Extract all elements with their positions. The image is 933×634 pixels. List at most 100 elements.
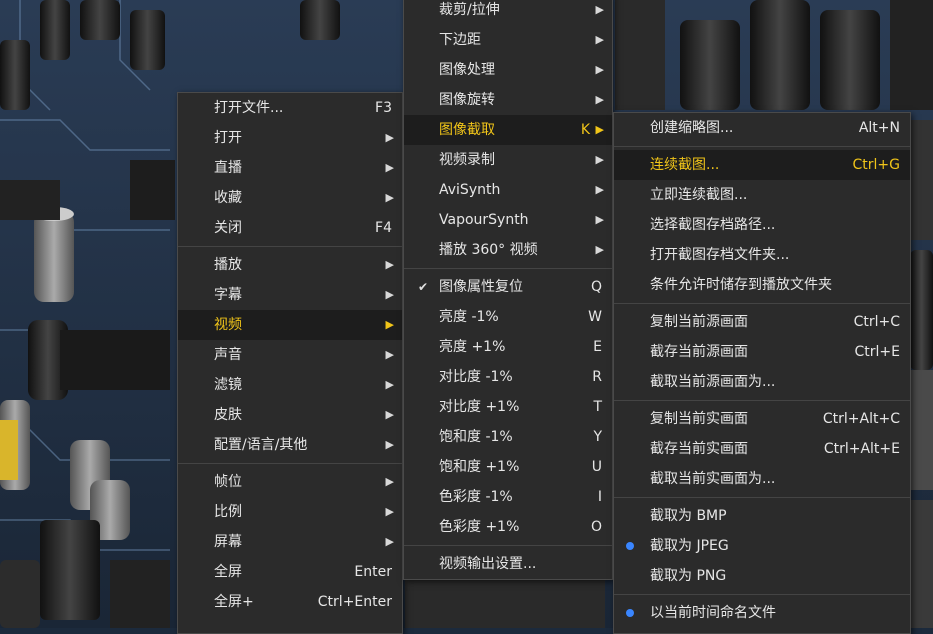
submenu-arrow-icon: ▶ [595,123,604,136]
menu-separator [614,300,910,307]
submenu-arrow-icon: ▶ [595,153,604,166]
menu-item-frame-position[interactable]: 帧位 ▶ [178,467,402,497]
menu-item-brightness-up[interactable]: 亮度 +1% E [404,332,612,362]
menu-item-continuous-capture-now[interactable]: 立即连续截图... [614,180,910,210]
menu-item-crop-stretch[interactable]: 裁剪/拉伸 ▶ [404,0,612,25]
shortcut-label: I [597,489,602,505]
menu-item-image-capture[interactable]: 图像截取 K ▶ [404,115,612,145]
menu-item-create-thumbnails[interactable]: 创建缩略图... Alt+N [614,113,910,143]
menu-item-save-to-playback-folder[interactable]: 条件允许时储存到播放文件夹 [614,270,910,300]
shortcut-label: Alt+N [858,120,900,136]
menu-item-continuous-capture[interactable]: 连续截图... Ctrl+G [614,150,910,180]
menu-item-saturation-up[interactable]: 饱和度 +1% U [404,452,612,482]
menu-item-video-output-settings[interactable]: 视频输出设置... [404,549,612,579]
menu-item-save-actual-frame[interactable]: 截存当前实画面 Ctrl+Alt+E [614,434,910,464]
menu-separator [404,542,612,549]
submenu-arrow-icon: ▶ [385,258,394,271]
menu-item-image-rotation[interactable]: 图像旋转 ▶ [404,85,612,115]
menu-item-aspect-ratio[interactable]: 比例 ▶ [178,497,402,527]
menu-item-screen[interactable]: 屏幕 ▶ [178,527,402,557]
menu-item-capture-as-jpeg[interactable]: 截取为 JPEG [614,531,910,561]
submenu-arrow-icon: ▶ [385,378,394,391]
main-context-menu: 打开文件... F3 打开 ▶ 直播 ▶ 收藏 ▶ 关闭 F4 播放 ▶ 字幕 ▶ 视频 ▶ 声… [177,92,403,634]
submenu-arrow-icon: ▶ [385,505,394,518]
menu-item-video[interactable]: 视频 ▶ [178,310,402,340]
radio-selected-icon [626,542,634,550]
submenu-arrow-icon: ▶ [385,318,394,331]
video-submenu: 裁剪/拉伸 ▶ 下边距 ▶ 图像处理 ▶ 图像旋转 ▶ 图像截取 K ▶ 视频录制 ▶ Avi… [403,0,613,580]
menu-item-open-file[interactable]: 打开文件... F3 [178,93,402,123]
menu-item-fullscreen-plus[interactable]: 全屏+ Ctrl+Enter [178,587,402,617]
menu-item-hue-down[interactable]: 色彩度 -1% I [404,482,612,512]
menu-item-live[interactable]: 直播 ▶ [178,153,402,183]
menu-item-save-source-frame[interactable]: 截存当前源画面 Ctrl+E [614,337,910,367]
menu-item-subtitles[interactable]: 字幕 ▶ [178,280,402,310]
menu-item-avisynth[interactable]: AviSynth ▶ [404,175,612,205]
image-capture-submenu: 创建缩略图... Alt+N 连续截图... Ctrl+G 立即连续截图... 选择… [613,112,911,634]
shortcut-label: Ctrl+Alt+E [823,441,900,457]
submenu-arrow-icon: ▶ [385,131,394,144]
submenu-arrow-icon: ▶ [385,348,394,361]
submenu-arrow-icon: ▶ [595,63,604,76]
menu-item-config-language-other[interactable]: 配置/语言/其他 ▶ [178,430,402,460]
menu-item-save-actual-frame-as[interactable]: 截取当前实画面为... [614,464,910,494]
menu-item-bottom-margin[interactable]: 下边距 ▶ [404,25,612,55]
menu-item-copy-actual-frame[interactable]: 复制当前实画面 Ctrl+Alt+C [614,404,910,434]
menu-item-skins[interactable]: 皮肤 ▶ [178,400,402,430]
menu-item-favorites[interactable]: 收藏 ▶ [178,183,402,213]
menu-item-vapoursynth[interactable]: VapourSynth ▶ [404,205,612,235]
menu-item-fullscreen[interactable]: 全屏 Enter [178,557,402,587]
menu-separator [178,243,402,250]
menu-item-video-recording[interactable]: 视频录制 ▶ [404,145,612,175]
menu-item-choose-capture-path[interactable]: 选择截图存档路径... [614,210,910,240]
submenu-arrow-icon: ▶ [595,213,604,226]
menu-item-hue-up[interactable]: 色彩度 +1% O [404,512,612,542]
menu-item-save-source-frame-as[interactable]: 截取当前源画面为... [614,367,910,397]
menu-separator [614,143,910,150]
submenu-arrow-icon: ▶ [595,183,604,196]
menu-item-contrast-up[interactable]: 对比度 +1% T [404,392,612,422]
submenu-arrow-icon: ▶ [385,288,394,301]
submenu-arrow-icon: ▶ [595,3,604,16]
menu-item-reset-image-attributes[interactable]: ✔ 图像属性复位 Q [404,272,612,302]
menu-item-audio[interactable]: 声音 ▶ [178,340,402,370]
menu-item-capture-as-png[interactable]: 截取为 PNG [614,561,910,591]
menu-item-contrast-down[interactable]: 对比度 -1% R [404,362,612,392]
submenu-arrow-icon: ▶ [385,535,394,548]
shortcut-label: O [590,519,602,535]
menu-item-open-capture-folder[interactable]: 打开截图存档文件夹... [614,240,910,270]
menu-item-copy-source-frame[interactable]: 复制当前源画面 Ctrl+C [614,307,910,337]
menu-item-saturation-down[interactable]: 饱和度 -1% Y [404,422,612,452]
shortcut-label: Y [593,429,602,445]
menu-item-name-by-current-time[interactable]: 以当前时间命名文件 [614,598,910,628]
radio-selected-icon [626,609,634,617]
menu-separator [614,591,910,598]
submenu-arrow-icon: ▶ [385,191,394,204]
submenu-arrow-icon: ▶ [595,243,604,256]
menu-item-image-processing[interactable]: 图像处理 ▶ [404,55,612,85]
shortcut-label: Ctrl+C [853,314,900,330]
menu-item-play-360-video[interactable]: 播放 360° 视频 ▶ [404,235,612,265]
shortcut-label: E [593,339,602,355]
menu-item-capture-as-bmp[interactable]: 截取为 BMP [614,501,910,531]
menu-item-filters[interactable]: 滤镜 ▶ [178,370,402,400]
shortcut-label: T [593,399,602,415]
submenu-arrow-icon: ▶ [595,93,604,106]
shortcut-label: F4 [375,220,392,236]
shortcut-label: F3 [375,100,392,116]
shortcut-label: Enter [354,564,392,580]
submenu-arrow-icon: ▶ [385,438,394,451]
shortcut-label: K [580,122,590,138]
shortcut-label: U [591,459,602,475]
menu-separator [614,397,910,404]
checkmark-icon: ✔ [417,280,429,294]
menu-item-open[interactable]: 打开 ▶ [178,123,402,153]
menu-item-playback[interactable]: 播放 ▶ [178,250,402,280]
submenu-arrow-icon: ▶ [595,33,604,46]
submenu-arrow-icon: ▶ [385,475,394,488]
submenu-arrow-icon: ▶ [385,408,394,421]
menu-item-close[interactable]: 关闭 F4 [178,213,402,243]
shortcut-label: Ctrl+E [854,344,901,360]
menu-item-brightness-down[interactable]: 亮度 -1% W [404,302,612,332]
menu-separator [404,265,612,272]
